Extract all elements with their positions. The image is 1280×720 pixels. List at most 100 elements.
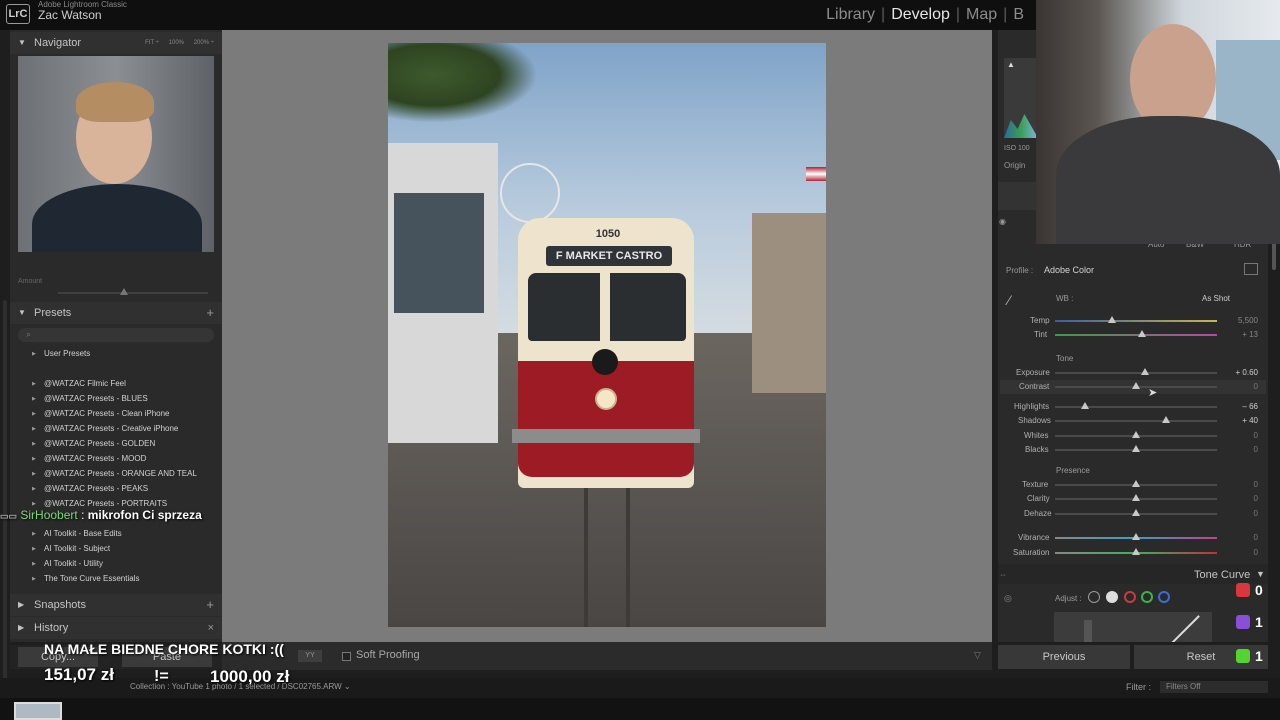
tone-section-title: Tone bbox=[1056, 354, 1074, 363]
parametric-curve-icon[interactable] bbox=[1088, 591, 1100, 603]
tint-slider-knob[interactable] bbox=[1138, 330, 1146, 337]
clear-history-icon[interactable]: × bbox=[208, 617, 214, 639]
preset-group[interactable]: AI Toolkit - Subject bbox=[32, 544, 110, 553]
filter-select[interactable]: Filters Off bbox=[1160, 681, 1268, 693]
add-snapshot-icon[interactable]: + bbox=[206, 594, 214, 616]
add-preset-icon[interactable]: + bbox=[206, 302, 214, 324]
clipping-indicator-icon[interactable]: ▲ bbox=[1007, 60, 1015, 69]
profile-label: Profile : bbox=[1006, 266, 1034, 275]
preset-group[interactable]: The Tone Curve Essentials bbox=[32, 574, 140, 583]
search-icon: ⌕ bbox=[26, 329, 32, 339]
preset-group[interactable]: AI Toolkit - Base Edits bbox=[32, 529, 122, 538]
profile-select[interactable]: Adobe Color bbox=[1044, 265, 1094, 275]
module-library[interactable]: Library bbox=[820, 6, 881, 24]
shadows-slider-track[interactable] bbox=[1055, 420, 1217, 422]
module-develop[interactable]: Develop bbox=[885, 6, 956, 24]
saturation-value[interactable]: 0 bbox=[1218, 548, 1258, 557]
preset-group[interactable]: @WATZAC Presets - PORTRAITS bbox=[32, 499, 167, 508]
dehaze-value[interactable]: 0 bbox=[1218, 509, 1258, 518]
before-after-icon[interactable]: YY bbox=[298, 650, 322, 662]
zoom-200[interactable]: 200% ÷ bbox=[194, 40, 214, 46]
left-scrollbar[interactable] bbox=[3, 300, 7, 680]
tram-number: 1050 bbox=[595, 228, 621, 240]
preset-group[interactable]: @WATZAC Presets - BLUES bbox=[32, 394, 148, 403]
preset-group[interactable]: @WATZAC Filmic Feel bbox=[32, 379, 126, 388]
chat-text: mikrofon Ci sprzeza bbox=[87, 508, 202, 522]
preset-group[interactable]: AI Toolkit - Utility bbox=[32, 559, 103, 568]
preset-group[interactable]: @WATZAC Presets - PEAKS bbox=[32, 484, 148, 493]
profile-browser-icon[interactable] bbox=[1244, 263, 1258, 275]
expand-triangle-icon: ▶ bbox=[18, 600, 25, 609]
point-curve-icon[interactable] bbox=[1106, 591, 1118, 603]
curve-histogram bbox=[1084, 620, 1092, 642]
blacks-value[interactable]: 0 bbox=[1218, 445, 1258, 454]
dehaze-slider-knob[interactable] bbox=[1132, 509, 1140, 516]
shadows-slider-knob[interactable] bbox=[1162, 416, 1170, 423]
preset-group[interactable]: @WATZAC Presets - Clean iPhone bbox=[32, 409, 169, 418]
preset-group[interactable]: @WATZAC Presets - ORANGE AND TEAL bbox=[32, 469, 197, 478]
contrast-value[interactable]: 0 bbox=[1218, 382, 1258, 391]
vibrance-value[interactable]: 0 bbox=[1218, 533, 1258, 542]
eyedropper-icon[interactable]: ⁄ bbox=[1008, 292, 1028, 312]
temp-value[interactable]: 5,500 bbox=[1218, 316, 1258, 325]
clarity-value[interactable]: 0 bbox=[1218, 494, 1258, 503]
whites-slider-knob[interactable] bbox=[1132, 431, 1140, 438]
blacks-slider-knob[interactable] bbox=[1132, 445, 1140, 452]
exposure-slider-track[interactable] bbox=[1055, 372, 1217, 374]
original-checkbox-label[interactable]: Origin bbox=[1004, 161, 1025, 170]
tone-curve-graph[interactable] bbox=[1054, 612, 1212, 642]
exposure-slider-knob[interactable] bbox=[1141, 368, 1149, 375]
preset-group[interactable]: @WATZAC Presets - Creative iPhone bbox=[32, 424, 178, 433]
texture-slider-knob[interactable] bbox=[1132, 480, 1140, 487]
contrast-slider-knob[interactable] bbox=[1132, 382, 1140, 389]
tint-value[interactable]: + 13 bbox=[1218, 330, 1258, 339]
module-book[interactable]: B bbox=[1007, 6, 1030, 24]
youtube-icon bbox=[1236, 583, 1250, 597]
previous-button[interactable]: Previous bbox=[998, 645, 1130, 669]
photo-preview[interactable]: F MARKET CASTRO 1050 bbox=[388, 43, 826, 627]
red-channel-icon[interactable] bbox=[1124, 591, 1136, 603]
temp-slider-knob[interactable] bbox=[1108, 316, 1116, 323]
snapshots-header[interactable]: ▶ Snapshots + bbox=[10, 594, 222, 616]
preset-group[interactable]: @WATZAC Presets - MOOD bbox=[32, 454, 146, 463]
collapse-triangle-icon[interactable]: ▼ bbox=[1256, 569, 1265, 579]
navigator-header[interactable]: ▼ Navigator FIT ÷ 100% 200% ÷ bbox=[10, 32, 222, 54]
tram-headlight bbox=[595, 388, 617, 410]
toolbar-menu-chevron-icon[interactable]: ▽ bbox=[974, 650, 981, 661]
blue-channel-icon[interactable] bbox=[1158, 591, 1170, 603]
saturation-slider-knob[interactable] bbox=[1132, 548, 1140, 555]
soft-proofing-checkbox[interactable] bbox=[342, 652, 351, 661]
navigator-preview[interactable] bbox=[18, 56, 214, 252]
history-title: History bbox=[34, 622, 69, 634]
wb-select[interactable]: As Shot bbox=[1202, 294, 1230, 303]
history-header[interactable]: ▶ History × bbox=[10, 617, 222, 639]
vibrance-slider-knob[interactable] bbox=[1132, 533, 1140, 540]
exposure-value[interactable]: + 0.60 bbox=[1218, 368, 1258, 377]
tram-red-section bbox=[518, 361, 694, 477]
zoom-100[interactable]: 100% bbox=[169, 40, 184, 46]
clarity-slider-knob[interactable] bbox=[1132, 494, 1140, 501]
module-map[interactable]: Map bbox=[960, 6, 1003, 24]
targeted-adjustment-icon[interactable]: ◎ bbox=[1004, 593, 1012, 604]
tint-slider-track[interactable] bbox=[1055, 334, 1217, 336]
highlights-slider-track[interactable] bbox=[1055, 406, 1217, 408]
presets-header[interactable]: ▼ Presets + bbox=[10, 302, 222, 324]
filmstrip-thumbnail[interactable] bbox=[14, 702, 62, 720]
whites-value[interactable]: 0 bbox=[1218, 431, 1258, 440]
shadows-value[interactable]: + 40 bbox=[1218, 416, 1258, 425]
highlights-value[interactable]: – 66 bbox=[1218, 402, 1258, 411]
right-scrollbar[interactable] bbox=[1272, 240, 1276, 270]
green-channel-icon[interactable] bbox=[1141, 591, 1153, 603]
eye-icon[interactable]: ◉ bbox=[999, 217, 1006, 226]
temp-slider-track[interactable] bbox=[1055, 320, 1217, 322]
preset-search-input[interactable] bbox=[18, 328, 214, 342]
highlights-slider-knob[interactable] bbox=[1081, 402, 1089, 409]
preset-group[interactable]: @WATZAC Presets - GOLDEN bbox=[32, 439, 155, 448]
preset-group-user-presets[interactable]: User Presets bbox=[32, 349, 90, 358]
zoom-fit[interactable]: FIT ÷ bbox=[145, 40, 159, 46]
texture-value[interactable]: 0 bbox=[1218, 480, 1258, 489]
donation-amount: 151,07 zł bbox=[44, 665, 114, 684]
panel-toggle-icon[interactable]: ⇔ bbox=[999, 570, 1007, 579]
amount-slider-track[interactable] bbox=[58, 292, 208, 294]
amount-slider-knob[interactable] bbox=[120, 288, 128, 295]
